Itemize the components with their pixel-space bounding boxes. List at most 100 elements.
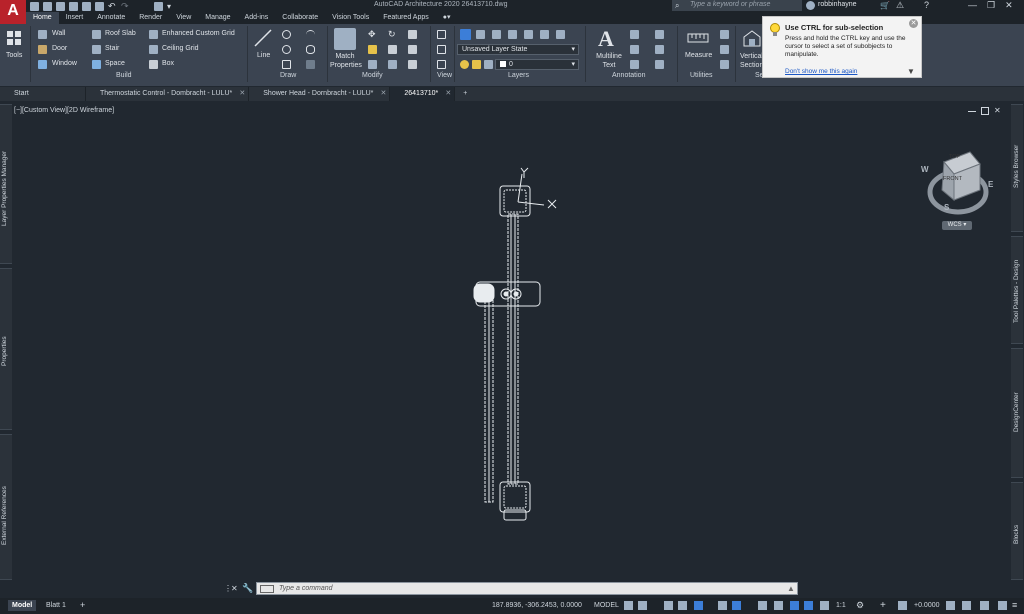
ribbon-tab-vision-tools[interactable]: Vision Tools: [325, 12, 376, 24]
annotation-scale-icon[interactable]: [820, 601, 829, 610]
vertical-section-icon[interactable]: [742, 28, 762, 48]
model-space-toggle[interactable]: MODEL: [590, 600, 623, 611]
quick-select-icon[interactable]: [720, 30, 729, 39]
cart-icon[interactable]: 🛒: [880, 1, 890, 10]
annotation-icon-1[interactable]: [655, 30, 664, 39]
layer-state-select[interactable]: Unsaved Layer State ▾: [457, 44, 579, 55]
layer-icon-3[interactable]: [508, 30, 517, 39]
undo-icon[interactable]: ↶: [108, 1, 117, 11]
file-tab-1[interactable]: Thermostatic Control - Dombracht - LULU*…: [86, 87, 250, 101]
user-name[interactable]: robbinhayne: [818, 1, 857, 8]
layer-freeze-icon[interactable]: [472, 60, 481, 69]
hatch-icon[interactable]: [306, 60, 315, 69]
save-icon[interactable]: [56, 1, 65, 11]
circle-icon[interactable]: [282, 45, 291, 54]
transparency-icon[interactable]: [774, 601, 783, 610]
workspace-gear-icon[interactable]: ⚙: [856, 601, 865, 610]
compass-west-label[interactable]: W: [921, 165, 929, 174]
close-tab-icon[interactable]: ✕: [445, 87, 451, 101]
layer-icon-2[interactable]: [492, 30, 501, 39]
isolate-objects-icon[interactable]: [946, 601, 955, 610]
fillet-icon[interactable]: [408, 45, 417, 54]
command-input[interactable]: Type a command: [279, 585, 333, 592]
blocks-palette-label[interactable]: Blocks: [1013, 525, 1020, 544]
file-tab-2[interactable]: Shower Head - Dornbracht - LULU* ✕: [249, 87, 391, 101]
minimize-icon[interactable]: —: [968, 0, 977, 11]
infer-constraints-icon[interactable]: [664, 601, 673, 610]
viewcube-top-label[interactable]: TOP: [949, 154, 960, 160]
layer-on-icon[interactable]: [460, 60, 469, 69]
new-tab-icon[interactable]: +: [455, 87, 475, 101]
ribbon-tab-annotate[interactable]: Annotate: [90, 12, 132, 24]
clean-screen-icon[interactable]: [980, 601, 989, 610]
restore-icon[interactable]: ❐: [987, 0, 995, 11]
match-properties-icon[interactable]: [334, 28, 356, 50]
polyline-icon[interactable]: [282, 30, 291, 39]
open-file-icon[interactable]: [43, 1, 52, 11]
layer-icon-6[interactable]: [556, 30, 565, 39]
line-button[interactable]: Line: [257, 52, 270, 59]
scale-icon[interactable]: [388, 60, 397, 69]
enhanced-custom-grid-button[interactable]: Enhanced Custom Grid: [162, 30, 235, 37]
roof-slab-button[interactable]: Roof Slab: [105, 30, 136, 37]
copy-icon[interactable]: [368, 45, 377, 54]
compass-south-label[interactable]: S: [944, 203, 949, 212]
multiline-text-icon[interactable]: A: [598, 26, 614, 52]
add-layout-icon[interactable]: +: [76, 600, 89, 611]
viewport-icon[interactable]: [437, 30, 446, 39]
elevation-icon[interactable]: [898, 601, 907, 610]
qat-dropdown-icon[interactable]: ▾: [167, 2, 176, 11]
ribbon-tab-view[interactable]: View: [169, 12, 198, 24]
multiline-text-button[interactable]: Multiline Text: [592, 52, 626, 70]
stair-button[interactable]: Stair: [105, 45, 119, 52]
box-button[interactable]: Box: [162, 60, 174, 67]
compass-east-label[interactable]: E: [988, 180, 993, 189]
rectangle-icon[interactable]: [282, 60, 291, 69]
close-tab-icon[interactable]: ✕: [239, 87, 245, 101]
tooltip-close-icon[interactable]: ✕: [909, 19, 918, 28]
ribbon-tab-manage[interactable]: Manage: [198, 12, 237, 24]
ribbon-tab-featured-apps[interactable]: Featured Apps: [376, 12, 436, 24]
ortho-icon[interactable]: [678, 601, 687, 610]
dimension-icon[interactable]: [630, 30, 639, 39]
display-icon[interactable]: [437, 60, 446, 69]
annotation-icon-3[interactable]: [655, 60, 664, 69]
coordinates-display[interactable]: 187.8936, -306.2453, 0.0000: [488, 600, 586, 611]
object-snap-tracking-icon[interactable]: [732, 601, 741, 610]
line-icon[interactable]: [253, 28, 273, 48]
command-line-customize-icon[interactable]: 🔧: [242, 583, 253, 594]
properties-palette-label[interactable]: Properties: [1, 336, 8, 366]
viewport-controls-label[interactable]: [−][Custom View][2D Wireframe]: [14, 107, 114, 114]
layer-lock-icon[interactable]: [484, 60, 493, 69]
close-tab-icon[interactable]: ✕: [381, 87, 387, 101]
view-icon[interactable]: [437, 45, 446, 54]
customization-icon[interactable]: [998, 601, 1007, 610]
redo-icon[interactable]: ↷: [121, 1, 130, 11]
annotation-monitor-icon[interactable]: +: [880, 601, 889, 611]
new-file-icon[interactable]: [30, 1, 39, 11]
designcenter-palette-label[interactable]: DesignCenter: [1013, 392, 1020, 432]
id-point-icon[interactable]: [720, 45, 729, 54]
application-menu-button[interactable]: A: [0, 0, 26, 24]
tooltip-expand-icon[interactable]: ▼: [907, 67, 915, 76]
viewport-close-icon[interactable]: ✕: [994, 107, 1002, 115]
model-layout-tab[interactable]: Model: [8, 600, 37, 611]
ceiling-grid-button[interactable]: Ceiling Grid: [162, 45, 199, 52]
user-icon[interactable]: [806, 1, 815, 10]
viewport-minimize-icon[interactable]: [968, 107, 976, 112]
layer-icon-1[interactable]: [476, 30, 485, 39]
ribbon-tab-insert[interactable]: Insert: [59, 12, 91, 24]
wall-button[interactable]: Wall: [52, 30, 65, 37]
file-tab-start[interactable]: Start: [0, 87, 86, 101]
web-mobile-icon[interactable]: [82, 1, 91, 11]
space-button[interactable]: Space: [105, 60, 125, 67]
autodesk-a360-icon[interactable]: ⚠: [896, 0, 904, 11]
external-references-palette-label[interactable]: External References: [1, 486, 8, 545]
wcs-menu[interactable]: WCS ▾: [942, 221, 972, 230]
move-icon[interactable]: ✥: [368, 30, 377, 39]
status-bar-menu-icon[interactable]: ≡: [1012, 601, 1021, 610]
ribbon-tabs-overflow-icon[interactable]: ●▾: [436, 12, 458, 24]
ribbon-tab-add-ins[interactable]: Add-ins: [238, 12, 276, 24]
hardware-acceleration-icon[interactable]: [962, 601, 971, 610]
arc-icon[interactable]: [306, 30, 315, 39]
